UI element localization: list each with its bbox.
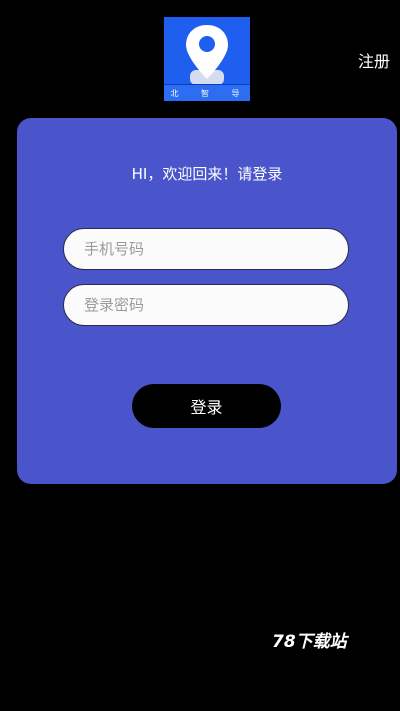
password-input[interactable] [64, 285, 348, 325]
welcome-text: HI，欢迎回来！请登录 [131, 165, 283, 183]
logo-text: 北 智 导 [170, 89, 250, 98]
logo-banner: 北 智 导 [164, 84, 250, 101]
watermark-text: 78下载站 [272, 632, 347, 652]
app-logo: 北 智 导 [164, 17, 250, 101]
register-link[interactable]: 注册 [358, 48, 390, 72]
phone-field-wrapper [63, 228, 349, 270]
login-screen: 北 智 导 注册 HI，欢迎回来！请登录 登录 78下载站 [0, 0, 400, 711]
phone-input[interactable] [64, 229, 348, 269]
login-button[interactable]: 登录 [132, 384, 281, 428]
login-card: HI，欢迎回来！请登录 登录 [17, 118, 397, 484]
password-field-wrapper [63, 284, 349, 326]
